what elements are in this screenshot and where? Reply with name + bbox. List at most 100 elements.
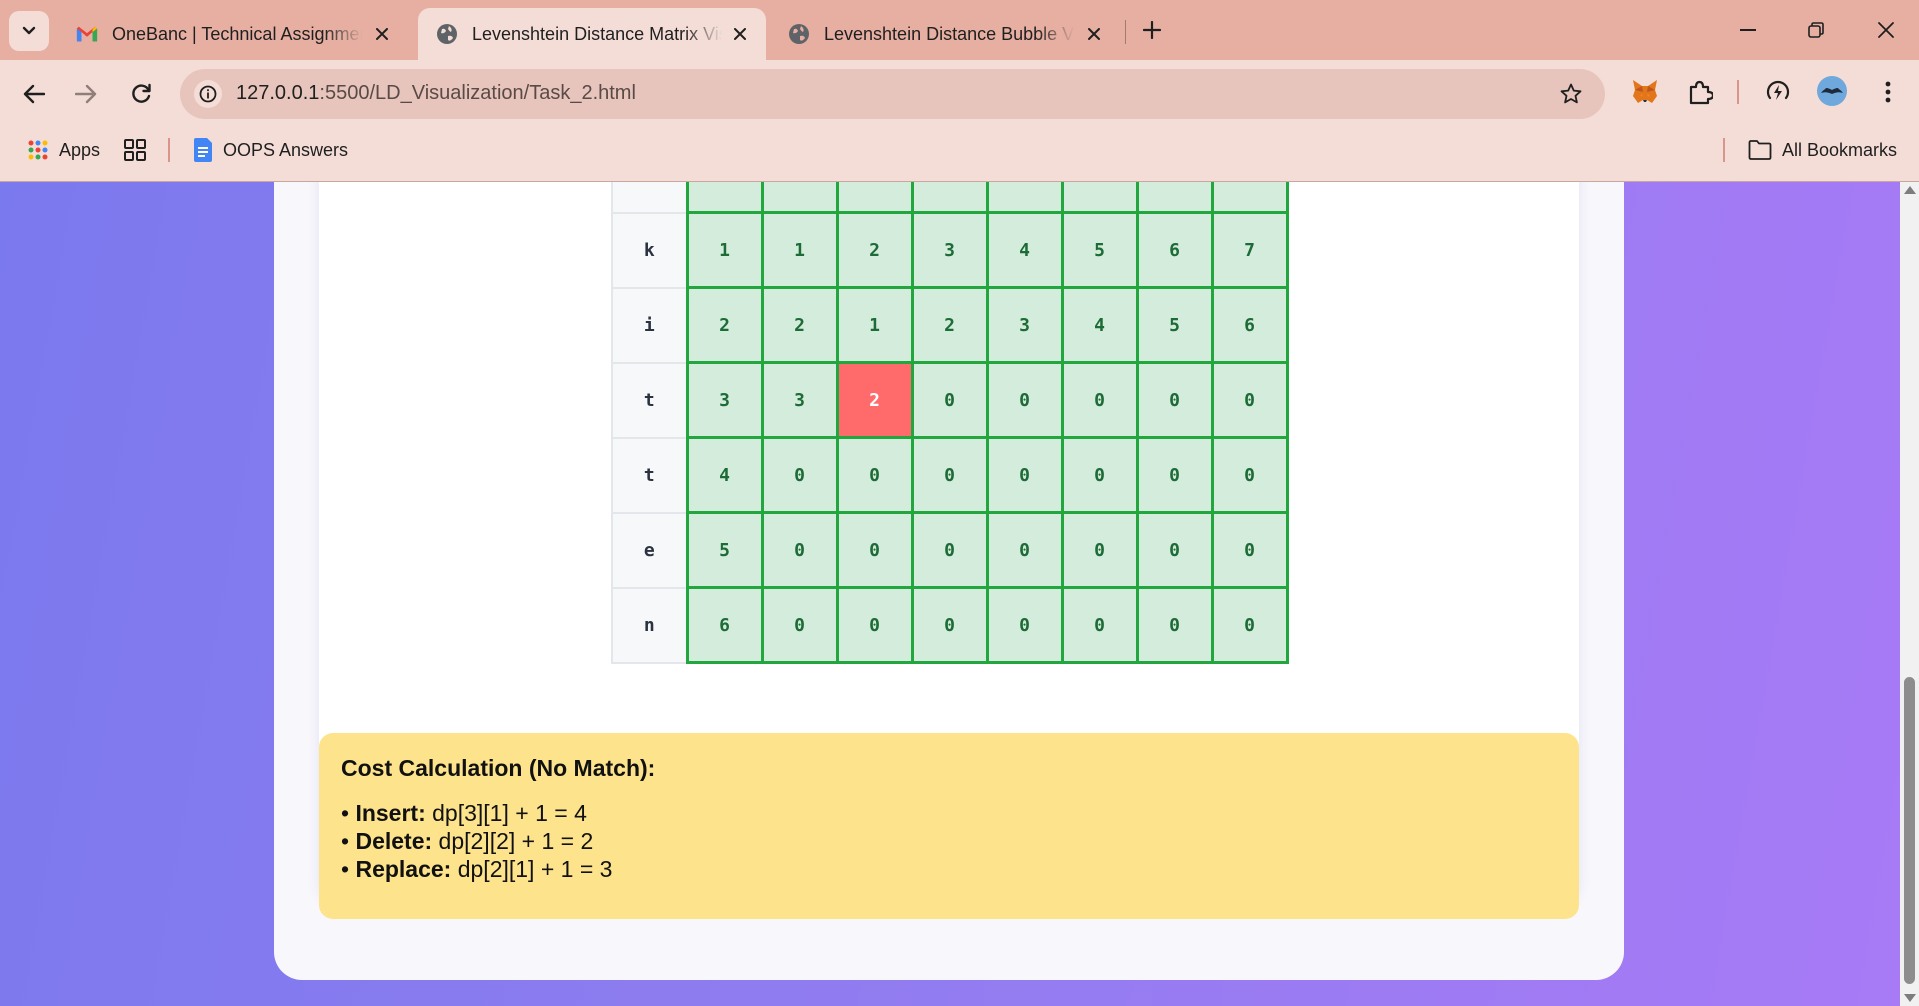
tab-divider — [1125, 20, 1126, 44]
matrix-cell: 0 — [910, 511, 989, 589]
site-info-icon[interactable] — [194, 80, 222, 108]
tab-groups-icon — [124, 139, 146, 161]
all-bookmarks-button[interactable]: All Bookmarks — [1748, 136, 1897, 164]
browser-toolbar: 127.0.0.1:5500/LD_Visualization/Task_2.h… — [0, 60, 1919, 190]
close-tab-icon[interactable] — [372, 24, 392, 44]
cost-delete-line: • Delete: dp[2][2] + 1 = 2 — [341, 827, 1557, 855]
apps-grid-icon — [27, 139, 49, 161]
back-button[interactable] — [14, 74, 54, 114]
matrix-cell: 5 — [685, 511, 764, 589]
matrix-cell: 4 — [985, 182, 1064, 214]
matrix-cell: 2 — [835, 211, 914, 289]
tab-matrix-visualization[interactable]: Levenshtein Distance Matrix Visualizatio… — [418, 8, 766, 60]
url-path: :5500/LD_Visualization/Task_2.html — [319, 82, 636, 104]
cost-expression: dp[2][1] + 1 = 3 — [457, 856, 613, 882]
scroll-thumb[interactable] — [1904, 677, 1915, 984]
tab-title: Levenshtein Distance Bubble Visualizatio… — [824, 23, 1074, 44]
matrix-cell: 0 — [985, 586, 1064, 664]
matrix-cell: 3 — [685, 361, 764, 439]
globe-icon — [788, 23, 810, 45]
matrix-cell: 0 — [1210, 361, 1289, 439]
matrix-cell: 2 — [835, 182, 914, 214]
tab-title: Levenshtein Distance Matrix Visualizatio… — [472, 23, 722, 44]
matrix-cell: 0 — [985, 361, 1064, 439]
matrix-row: t33200000 — [611, 361, 1289, 439]
cost-label: Delete: — [355, 828, 433, 854]
matrix-cell: 1 — [760, 211, 839, 289]
matrix-row: i22123456 — [611, 286, 1289, 364]
matrix-cell: 3 — [910, 182, 989, 214]
cost-replace-line: • Replace: dp[2][1] + 1 = 3 — [341, 855, 1557, 883]
bookmark-divider — [1723, 138, 1725, 162]
matrix-cell: 3 — [910, 211, 989, 289]
matrix-cell: 7 — [1210, 182, 1289, 214]
row-header-char: ε — [611, 182, 688, 214]
url-host: 127.0.0.1 — [236, 82, 320, 104]
browser-menu-icon[interactable] — [1872, 76, 1904, 108]
scroll-down-arrow-icon[interactable] — [1904, 994, 1916, 1002]
cost-expression: dp[3][1] + 1 = 4 — [432, 800, 587, 826]
bookmark-star-icon[interactable] — [1559, 82, 1583, 111]
row-header-char: i — [611, 286, 688, 364]
cost-expression: dp[2][2] + 1 = 2 — [438, 828, 594, 854]
performance-icon[interactable] — [1762, 76, 1794, 108]
matrix-cell: 0 — [835, 511, 914, 589]
matrix-cell: 7 — [1210, 211, 1289, 289]
matrix-cell: 0 — [910, 361, 989, 439]
matrix-cell: 3 — [760, 361, 839, 439]
matrix-cell: 0 — [1210, 436, 1289, 514]
matrix-row: k11234567 — [611, 211, 1289, 289]
restore-button[interactable] — [1796, 12, 1836, 48]
row-header-char: t — [611, 361, 688, 439]
matrix-cell: 2 — [685, 286, 764, 364]
dp-matrix: ε01234567k11234567i22123456t33200000t400… — [611, 182, 1289, 664]
address-bar[interactable]: 127.0.0.1:5500/LD_Visualization/Task_2.h… — [180, 69, 1605, 119]
close-window-button[interactable] — [1866, 12, 1906, 48]
matrix-cell: 1 — [760, 182, 839, 214]
row-header-char: e — [611, 511, 688, 589]
extensions-puzzle-icon[interactable] — [1684, 76, 1716, 108]
tab-groups-button[interactable] — [124, 136, 156, 164]
restore-icon — [1808, 22, 1824, 38]
close-icon — [1878, 22, 1894, 38]
matrix-cell: 0 — [910, 436, 989, 514]
minimize-button[interactable] — [1728, 12, 1768, 48]
matrix-cell: 0 — [985, 511, 1064, 589]
matrix-cell: 5 — [1060, 182, 1139, 214]
bookmark-oops-answers[interactable]: OOPS Answers — [193, 136, 348, 164]
metamask-extension-icon[interactable] — [1629, 76, 1661, 108]
matrix-cell: 6 — [685, 586, 764, 664]
matrix-row: t40000000 — [611, 436, 1289, 514]
close-tab-icon[interactable] — [1084, 24, 1104, 44]
bookmark-apps[interactable]: Apps — [27, 136, 100, 164]
bullet: • — [341, 800, 350, 826]
forward-button[interactable] — [66, 74, 106, 114]
minimize-icon — [1740, 29, 1756, 31]
matrix-cell: 0 — [760, 586, 839, 664]
row-header-char: t — [611, 436, 688, 514]
matrix-cell: 0 — [1060, 511, 1139, 589]
reload-icon — [132, 83, 151, 103]
tab-strip: OneBanc | Technical Assignment Levenshte… — [0, 0, 1919, 60]
scroll-up-arrow-icon[interactable] — [1904, 186, 1916, 194]
matrix-cell: 5 — [1135, 286, 1214, 364]
matrix-cell: 0 — [1135, 436, 1214, 514]
matrix-cell: 6 — [1210, 286, 1289, 364]
google-docs-icon — [193, 138, 213, 162]
globe-icon — [436, 23, 458, 45]
cost-label: Insert: — [355, 800, 426, 826]
profile-avatar[interactable] — [1816, 75, 1848, 107]
new-tab-button[interactable] — [1136, 14, 1168, 46]
reload-button[interactable] — [121, 74, 161, 114]
close-tab-icon[interactable] — [730, 24, 750, 44]
page-viewport: ε01234567k11234567i22123456t33200000t400… — [0, 181, 1919, 1006]
tab-search-button[interactable] — [9, 11, 49, 51]
cost-title: Cost Calculation (No Match): — [341, 755, 656, 781]
matrix-cell: 0 — [1060, 436, 1139, 514]
arrow-left-icon — [23, 84, 45, 104]
matrix-cell: 0 — [1210, 511, 1289, 589]
folder-icon — [1748, 140, 1772, 160]
tab-bubble-visualization[interactable]: Levenshtein Distance Bubble Visualizatio… — [770, 8, 1120, 60]
page-scrollbar[interactable] — [1900, 182, 1919, 1006]
tab-onebanc[interactable]: OneBanc | Technical Assignment — [58, 8, 408, 60]
